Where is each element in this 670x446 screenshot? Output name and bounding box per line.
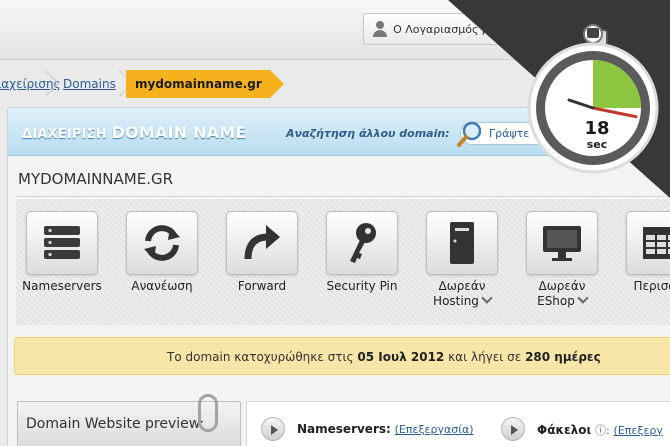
free-eshop-line2: EShop — [537, 294, 575, 308]
panel-title-small: ΔΙΑΧΕΙΡΙΣΗ — [22, 127, 107, 142]
folders-info: Φάκελοι ⓘ: (Επεξεργ — [537, 422, 663, 438]
server-tower-icon — [450, 222, 474, 264]
free-hosting-tile[interactable] — [426, 211, 498, 275]
folders-edit-link[interactable]: (Επεξεργ — [614, 424, 663, 437]
nameservers-label: Nameservers — [22, 279, 102, 293]
folders-info-label: Φάκελοι — [537, 423, 592, 437]
server-stack-icon — [44, 226, 80, 259]
free-eshop-label[interactable]: Δωρεάν EShop — [512, 279, 612, 309]
forward-tile[interactable] — [226, 211, 298, 275]
website-preview-label: Domain Website preview: — [26, 416, 205, 432]
nameservers-tile[interactable] — [26, 211, 98, 275]
security-pin-label: Security Pin — [326, 279, 398, 293]
breadcrumb-current: mydomainname.gr — [126, 70, 284, 98]
free-hosting-line1: Δωρεάν — [438, 279, 486, 293]
monitor-icon — [543, 226, 581, 261]
refresh-icon — [144, 225, 180, 261]
chevron-down-icon — [481, 292, 493, 304]
nameservers-info: Nameservers: (Επεξεργασία) — [297, 422, 474, 436]
timer-badge: 18 sec — [527, 12, 667, 176]
panel-title: ΔΙΑΧΕΙΡΙΣΗ DOMAIN NAME — [22, 123, 247, 142]
breadcrumb-link-management[interactable]: Διαχείρισης — [0, 77, 61, 91]
registration-date: 05 Ιουλ 2012 — [357, 350, 445, 364]
divider — [16, 196, 670, 197]
forward-arrow-icon — [244, 225, 280, 260]
days-remaining: 280 ημέρες — [525, 350, 601, 364]
user-icon — [372, 21, 388, 37]
action-tiles: Nameservers Ανανέωση Forward Security Pi… — [16, 199, 670, 325]
timer-unit: sec — [586, 138, 608, 151]
free-eshop-line1: Δωρεάν — [538, 279, 586, 293]
notice-middle: και λήγει σε — [448, 350, 522, 364]
renew-label: Ανανέωση — [131, 279, 193, 293]
paperclip-icon — [198, 394, 218, 432]
nameservers-edit-link[interactable]: (Επεξεργασία) — [395, 423, 474, 436]
registration-notice: Το domain κατοχυρώθηκε στις 05 Ιουλ 2012… — [14, 337, 670, 375]
breadcrumb-item-management[interactable]: Διαχείρισης — [0, 70, 61, 98]
table-icon — [643, 227, 670, 259]
security-pin-tile[interactable] — [326, 211, 398, 275]
free-hosting-line2: Hosting — [433, 294, 479, 308]
chevron-down-icon — [577, 292, 589, 304]
search-icon[interactable] — [456, 120, 484, 148]
info-circle-icon: ⓘ: — [595, 424, 610, 437]
more-tile[interactable] — [626, 211, 670, 275]
search-label: Αναζήτηση άλλου domain: — [286, 127, 450, 140]
timer-value: 18 — [584, 118, 610, 139]
play-icon[interactable] — [261, 417, 285, 441]
renew-tile[interactable] — [126, 211, 198, 275]
my-account-button[interactable]: Ο Λογαριασμός μου — [363, 13, 511, 45]
more-label: Περισσότ — [633, 279, 670, 293]
forward-label: Forward — [237, 279, 287, 293]
key-icon — [350, 223, 376, 263]
breadcrumb-link-domains[interactable]: Domains — [63, 77, 116, 91]
notice-prefix: Το domain κατοχυρώθηκε στις — [167, 350, 354, 364]
domain-name-heading: MYDOMAINNAME.GR — [18, 170, 174, 188]
free-eshop-tile[interactable] — [526, 211, 598, 275]
domain-info-box: Nameservers: (Επεξεργασία) Φάκελοι ⓘ: (Ε… — [246, 401, 670, 446]
stopwatch-icon — [527, 24, 659, 174]
play-icon[interactable] — [501, 417, 525, 441]
panel-title-big: DOMAIN NAME — [111, 123, 247, 142]
nameservers-info-label: Nameservers: — [297, 422, 391, 436]
free-hosting-label[interactable]: Δωρεάν Hosting — [412, 279, 512, 309]
breadcrumb-item-domains[interactable]: Domains — [63, 70, 121, 98]
my-account-label: Ο Λογαριασμός μου — [393, 22, 502, 36]
